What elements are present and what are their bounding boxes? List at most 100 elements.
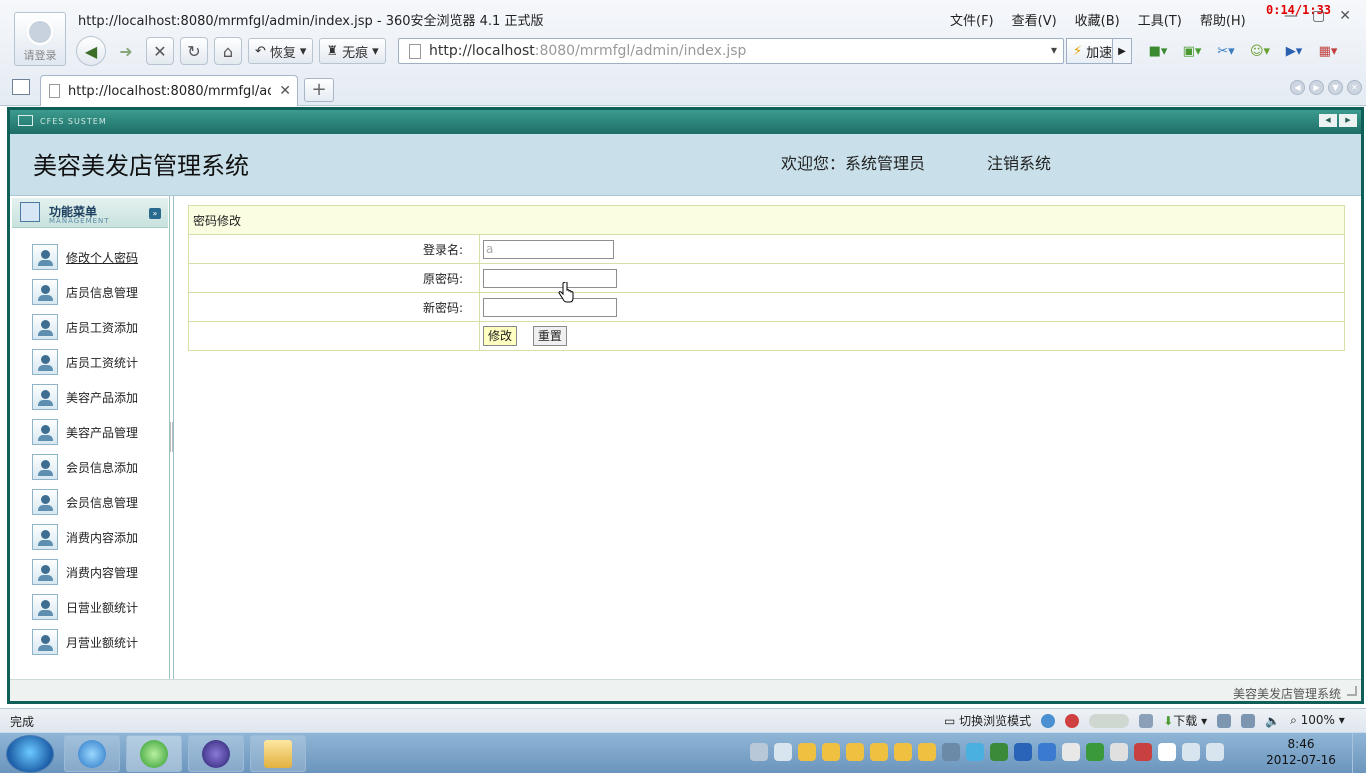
screenshot-extension-icon[interactable]: ✂▾ [1213, 40, 1239, 62]
shield-icon[interactable] [1038, 743, 1056, 761]
go-button[interactable]: ▶ [1112, 38, 1132, 64]
tool-icon[interactable] [1134, 743, 1152, 761]
tab-prev-icon[interactable]: ◀ [1290, 80, 1305, 95]
emoji-extension-icon[interactable]: ☺▾ [1247, 40, 1273, 62]
action-center-icon[interactable] [1182, 743, 1200, 761]
menu-item-daily-revenue[interactable]: 日营业额统计 [32, 592, 138, 622]
monitor-icon[interactable] [990, 743, 1008, 761]
new-password-input[interactable] [483, 297, 617, 317]
reset-button[interactable]: 重置 [532, 326, 567, 346]
chrome-mode-icon[interactable] [1065, 713, 1080, 728]
menu-item-staff-info[interactable]: 店员信息管理 [32, 277, 138, 307]
menu-item-product-manage[interactable]: 美容产品管理 [32, 417, 138, 447]
phone-icon[interactable] [1217, 713, 1232, 728]
status-right: ▭ 切换浏览模式 ⬇下载 ▾ 🔈 ⌕ 100% ▾ [944, 712, 1345, 729]
menu-help[interactable]: 帮助(H) [1200, 10, 1246, 29]
apps-extension-icon[interactable]: ▦▾ [1315, 40, 1341, 62]
address-bar[interactable]: http://localhost:8080/mrmfgl/admin/index… [398, 38, 1064, 64]
menu-item-monthly-revenue[interactable]: 月营业额统计 [32, 627, 138, 657]
check-icon[interactable] [1014, 743, 1032, 761]
old-password-label: 原密码: [188, 263, 480, 293]
menu-item-consumption-add[interactable]: 消费内容添加 [32, 522, 138, 552]
volume-icon[interactable] [1206, 743, 1224, 761]
tab-close-icon[interactable]: ✕ [1347, 80, 1362, 95]
qq-icon[interactable] [846, 743, 864, 761]
taskbar-explorer[interactable] [250, 735, 306, 772]
maximize-icon[interactable]: ▢ [1312, 8, 1325, 24]
keyboard-icon[interactable] [750, 743, 768, 761]
window-icon[interactable] [1241, 713, 1256, 728]
zoom-control[interactable]: ⌕ 100% ▾ [1290, 713, 1345, 728]
qq-icon[interactable] [894, 743, 912, 761]
chat-icon[interactable] [942, 743, 960, 761]
menu-item-change-password[interactable]: 修改个人密码 [32, 242, 138, 272]
minimize-icon[interactable]: — [1284, 8, 1298, 24]
menu-favorites[interactable]: 收藏(B) [1075, 10, 1120, 29]
toggle-icon[interactable] [1089, 713, 1130, 728]
messenger-icon[interactable] [966, 743, 984, 761]
forward-button[interactable]: ➜ [112, 37, 140, 65]
home-button[interactable]: ⌂ [214, 37, 242, 65]
menu-view[interactable]: 查看(V) [1012, 10, 1057, 29]
ie-mode-icon[interactable] [1041, 713, 1056, 728]
stop-button[interactable]: ✕ [146, 37, 174, 65]
sidebar-toggle-icon[interactable] [12, 79, 30, 95]
menu-item-consumption-manage[interactable]: 消费内容管理 [32, 557, 138, 587]
history-icon[interactable] [1139, 713, 1154, 728]
network-icon[interactable] [774, 743, 792, 761]
app-footer: 美容美发店管理系统 [10, 679, 1361, 701]
menu-item-product-add[interactable]: 美容产品添加 [32, 382, 138, 412]
qq-icon[interactable] [822, 743, 840, 761]
form-row-login: 登录名: a [188, 234, 1345, 264]
old-password-input[interactable] [483, 268, 617, 288]
volume-icon[interactable]: 🔈 [1265, 714, 1280, 728]
clock[interactable]: 8:46 2012-07-16 [1264, 736, 1338, 768]
cube-extension-icon[interactable]: ■▾ [1145, 40, 1171, 62]
monitor-icon [18, 115, 33, 126]
close-window-icon[interactable]: ✕ [1339, 8, 1351, 24]
menu-subtitle: MANAGEMENT [49, 217, 110, 225]
address-dropdown-icon[interactable]: ▾ [1051, 43, 1057, 57]
qq-icon[interactable] [798, 743, 816, 761]
login-name-input[interactable]: a [483, 239, 614, 259]
video-extension-icon[interactable]: ▶▾ [1281, 40, 1307, 62]
device-icon[interactable] [1110, 743, 1128, 761]
main-content: 密码修改 登录名: a 原密码: 新密码: 修改 重置 [173, 196, 1361, 679]
menu-item-label: 月营业额统计 [66, 635, 139, 650]
menu-item-salary-add[interactable]: 店员工资添加 [32, 312, 138, 342]
user-avatar[interactable]: 请登录 [14, 12, 66, 66]
taskbar-360-browser[interactable] [126, 735, 182, 772]
tab-current[interactable]: http://localhost:8080/mrmfgl/adm... ✕ [40, 75, 298, 106]
tab-list-icon[interactable]: ▼ [1328, 80, 1343, 95]
qq-icon[interactable] [870, 743, 888, 761]
collapse-icon[interactable]: » [149, 208, 161, 219]
menu-tools[interactable]: 工具(T) [1138, 10, 1182, 29]
menu-file[interactable]: 文件(F) [950, 10, 994, 29]
left-arrow-icon[interactable]: ◀ [1319, 114, 1337, 127]
restore-button[interactable]: ↶ 恢复 ▾ [248, 38, 314, 64]
taskbar-eclipse[interactable] [188, 735, 244, 772]
back-button[interactable]: ◀ [76, 36, 106, 66]
right-arrow-icon[interactable]: ▶ [1339, 114, 1357, 127]
resize-grip-icon[interactable] [1347, 686, 1357, 696]
flag-icon[interactable] [1158, 743, 1176, 761]
refresh-button[interactable]: ↻ [180, 37, 208, 65]
close-tab-icon[interactable]: ✕ [279, 83, 291, 99]
show-desktop-button[interactable] [1352, 733, 1366, 773]
taskbar-ie[interactable] [64, 735, 120, 772]
translate-extension-icon[interactable]: ▣▾ [1179, 40, 1205, 62]
download-button[interactable]: ⬇下载 ▾ [1163, 712, 1207, 729]
switch-mode-button[interactable]: ▭ 切换浏览模式 [944, 712, 1031, 729]
sync-icon[interactable] [1086, 743, 1104, 761]
qq-icon[interactable] [918, 743, 936, 761]
submit-button[interactable]: 修改 [483, 326, 518, 346]
menu-item-salary-stats[interactable]: 店员工资统计 [32, 347, 138, 377]
menu-item-member-manage[interactable]: 会员信息管理 [32, 487, 138, 517]
logout-link[interactable]: 注销系统 [987, 150, 1051, 174]
tab-next-icon[interactable]: ▶ [1309, 80, 1324, 95]
start-button[interactable] [6, 735, 54, 773]
notepad-icon[interactable] [1062, 743, 1080, 761]
new-tab-button[interactable]: + [304, 78, 334, 102]
incognito-button[interactable]: ♜ 无痕 ▾ [319, 38, 386, 64]
menu-item-member-add[interactable]: 会员信息添加 [32, 452, 138, 482]
